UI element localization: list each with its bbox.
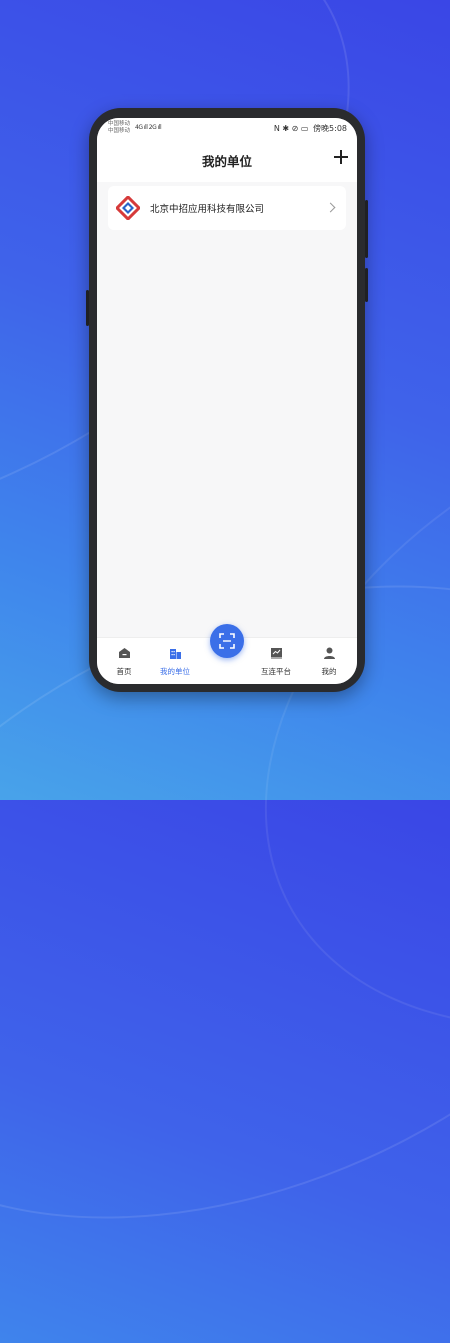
user-icon (323, 647, 335, 659)
page-title: 我的单位 (201, 154, 252, 169)
add-icon[interactable] (334, 150, 348, 164)
status-right: N ✱ ⊘ ▭ 傍晚5:08 (272, 123, 347, 134)
status-bar: 中国移动 中国移动 4G ıll 2G ıll N ✱ ⊘ ▭ 傍晚5:08 (97, 118, 357, 138)
company-logo-icon (116, 196, 140, 220)
phone-side-button (365, 200, 368, 258)
tab-label: 我的单位 (160, 667, 190, 676)
phone-side-button (365, 268, 368, 302)
carrier-label: 中国移动 (108, 128, 131, 134)
tab-my-units[interactable]: 我的单位 (150, 644, 200, 677)
carrier-label: 中国移动 (108, 121, 131, 127)
tab-label: 我的 (321, 667, 337, 676)
company-list-item[interactable]: 北京中招应用科技有限公司 (108, 186, 346, 230)
tab-interconnect-platform[interactable]: 互连平台 (251, 644, 301, 677)
app-header: 我的单位 (97, 138, 357, 182)
signal-icon: 4G ıll 2G ıll (135, 124, 162, 131)
tab-label: 首页 (116, 667, 132, 676)
scan-button[interactable] (210, 624, 244, 658)
carrier-info: 中国移动 中国移动 (108, 121, 130, 135)
company-name: 北京中招应用科技有限公司 (150, 204, 265, 215)
app-screen: 中国移动 中国移动 4G ıll 2G ıll N ✱ ⊘ ▭ 傍晚5:08 我… (97, 118, 357, 684)
home-icon (118, 648, 130, 658)
phone-frame: 中国移动 中国移动 4G ıll 2G ıll N ✱ ⊘ ▭ 傍晚5:08 我… (86, 108, 368, 692)
building-icon (169, 649, 181, 659)
tab-profile[interactable]: 我的 (304, 644, 354, 677)
status-time: 傍晚5:08 (313, 124, 347, 133)
tab-home[interactable]: 首页 (99, 644, 149, 677)
status-icons: N ✱ ⊘ ▭ (273, 124, 309, 133)
bottom-tab-bar: 首页 我的单位 互连平台 我的 (97, 624, 357, 684)
scan-icon (219, 633, 235, 649)
chevron-right-icon (325, 202, 336, 213)
chart-icon (270, 648, 282, 659)
phone-side-button (86, 290, 89, 326)
tab-label: 互连平台 (261, 667, 291, 676)
